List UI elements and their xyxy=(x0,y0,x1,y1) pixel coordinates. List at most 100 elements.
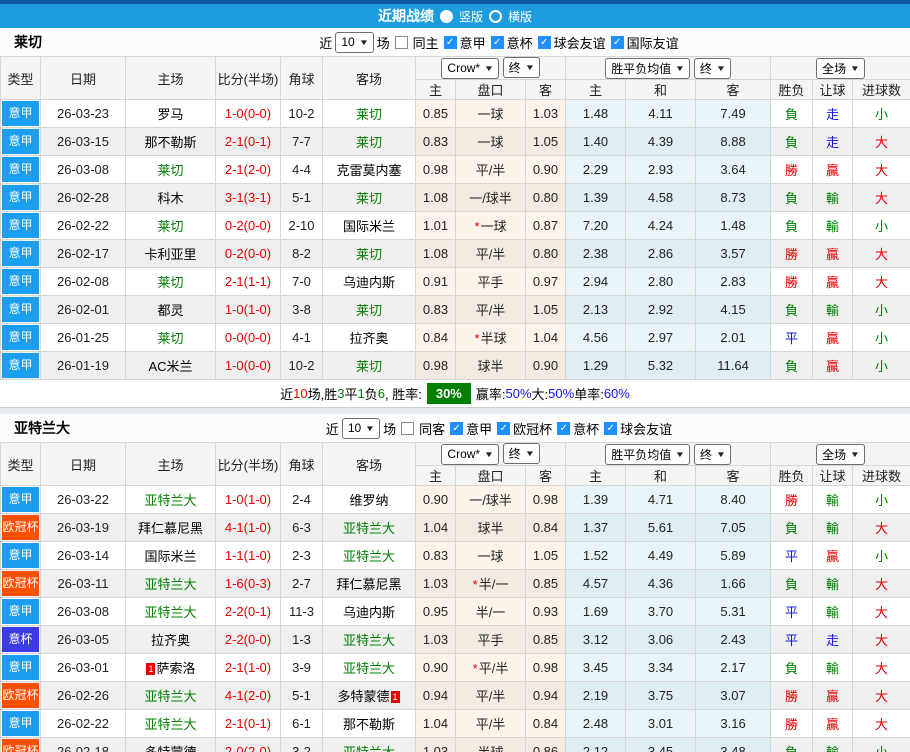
result-goals: 小 xyxy=(852,485,910,514)
home-team-name[interactable]: 拉齐奥 xyxy=(151,633,190,648)
radio-horizontal-label[interactable]: 横版 xyxy=(508,8,532,25)
match-count-select[interactable]: 10 ▼ xyxy=(341,417,381,439)
away-team-name[interactable]: 克雷莫内塞 xyxy=(336,163,401,178)
league-badge[interactable]: 意甲 xyxy=(2,325,39,350)
away-team-name[interactable]: 莱切 xyxy=(356,107,382,122)
away-team-name[interactable]: 亚特兰大 xyxy=(343,549,395,564)
away-team-name[interactable]: 那不勒斯 xyxy=(343,717,395,732)
league-checkbox[interactable]: ✓ xyxy=(557,421,571,435)
home-team-name[interactable]: 科木 xyxy=(157,191,183,206)
odds-time-select[interactable]: 终 ▼ xyxy=(502,443,540,465)
league-checkbox[interactable]: ✓ xyxy=(443,35,457,49)
league-badge[interactable]: 意甲 xyxy=(2,213,39,238)
league-badge[interactable]: 意甲 xyxy=(2,129,39,154)
home-team-name[interactable]: 那不勒斯 xyxy=(144,135,196,150)
away-team-name[interactable]: 亚特兰大 xyxy=(343,661,395,676)
home-team-name[interactable]: 萨索洛 xyxy=(156,661,195,676)
away-team-name[interactable]: 乌迪内斯 xyxy=(343,605,395,620)
league-badge[interactable]: 意甲 xyxy=(2,353,39,378)
scope-select[interactable]: 全场 ▼ xyxy=(816,57,866,79)
col-wdl: 胜负 xyxy=(770,465,814,486)
home-team-name[interactable]: 亚特兰大 xyxy=(144,689,196,704)
col-date: 日期 xyxy=(40,442,126,486)
league-badge[interactable]: 意甲 xyxy=(2,269,39,294)
league-checkbox-label: 国际友谊 xyxy=(626,35,679,51)
away-team-name[interactable]: 亚特兰大 xyxy=(343,521,395,536)
away-team-name[interactable]: 亚特兰大 xyxy=(343,633,395,648)
away-team-name[interactable]: 多特蒙德 xyxy=(337,689,389,704)
league-badge[interactable]: 欧冠杯 xyxy=(2,515,39,540)
league-badge[interactable]: 意甲 xyxy=(2,185,39,210)
same-venue-checkbox[interactable] xyxy=(401,421,415,435)
mean-time-select[interactable]: 终 ▼ xyxy=(693,443,731,465)
league-badge[interactable]: 意甲 xyxy=(2,101,39,126)
away-team-name[interactable]: 拜仁慕尼黑 xyxy=(336,577,401,592)
league-badge[interactable]: 欧冠杯 xyxy=(2,571,39,596)
home-team-name[interactable]: 莱切 xyxy=(157,275,183,290)
match-type: 意甲 xyxy=(0,709,41,738)
team-section-lecce: 莱切 近 10 ▼ 场 同主 ✓ 意甲 ✓ 意杯 ✓ 球会友谊 ✓ 国际友谊 类型 日期 xyxy=(0,28,910,408)
home-team-name[interactable]: 亚特兰大 xyxy=(144,493,196,508)
home-team-name[interactable]: 亚特兰大 xyxy=(144,577,196,592)
home-team-name[interactable]: 莱切 xyxy=(157,163,183,178)
odds-time-select[interactable]: 终 ▼ xyxy=(502,57,540,79)
home-team-name[interactable]: 亚特兰大 xyxy=(144,717,196,732)
mean-group-header: 胜平负均值 ▼ 终 ▼ xyxy=(565,56,772,80)
same-venue-checkbox[interactable] xyxy=(394,35,408,49)
home-team-name[interactable]: 国际米兰 xyxy=(144,549,196,564)
league-checkbox[interactable]: ✓ xyxy=(604,421,618,435)
away-team-name[interactable]: 亚特兰大 xyxy=(343,745,395,752)
mean-time-select[interactable]: 终 ▼ xyxy=(693,57,731,79)
league-badge[interactable]: 意甲 xyxy=(2,711,39,736)
result-goals: 大 xyxy=(852,183,910,212)
col-home: 主场 xyxy=(125,56,216,100)
away-team-name[interactable]: 拉齐奥 xyxy=(349,331,388,346)
match-date: 26-02-26 xyxy=(40,681,126,710)
chevron-down-icon: ▼ xyxy=(483,63,495,73)
league-badge[interactable]: 意杯 xyxy=(2,627,39,652)
home-team-name[interactable]: 卡利亚里 xyxy=(144,247,196,262)
home-team-name[interactable]: 亚特兰大 xyxy=(144,605,196,620)
mean-home: 3.12 xyxy=(565,625,627,654)
league-badge[interactable]: 意甲 xyxy=(2,157,39,182)
league-badge[interactable]: 意甲 xyxy=(2,655,39,680)
league-badge[interactable]: 意甲 xyxy=(2,297,39,322)
league-badge[interactable]: 意甲 xyxy=(2,543,39,568)
scope-select[interactable]: 全场 ▼ xyxy=(816,443,866,465)
away-team-name[interactable]: 莱切 xyxy=(356,135,382,150)
league-badge[interactable]: 欧冠杯 xyxy=(2,739,39,752)
home-team-name[interactable]: 莱切 xyxy=(157,219,183,234)
away-team-name[interactable]: 国际米兰 xyxy=(343,219,395,234)
home-team-name[interactable]: 都灵 xyxy=(157,303,183,318)
league-checkbox[interactable]: ✓ xyxy=(537,35,551,49)
odds-company-select[interactable]: Crow* ▼ xyxy=(441,57,500,79)
league-filters: ✓ 意甲 ✓ 欧冠杯 ✓ 意杯 ✓ 球会友谊 xyxy=(448,419,674,438)
away-team-name[interactable]: 乌迪内斯 xyxy=(343,275,395,290)
away-team-name[interactable]: 莱切 xyxy=(356,359,382,374)
radio-horizontal[interactable] xyxy=(489,9,502,23)
away-team-name[interactable]: 莱切 xyxy=(356,191,382,206)
league-checkbox[interactable]: ✓ xyxy=(497,421,511,435)
home-team-name[interactable]: 罗马 xyxy=(157,107,183,122)
league-badge[interactable]: 意甲 xyxy=(2,487,39,512)
home-team-name[interactable]: AC米兰 xyxy=(148,359,192,374)
league-badge[interactable]: 欧冠杯 xyxy=(2,683,39,708)
mean-draw: 3.06 xyxy=(625,625,697,654)
league-badge[interactable]: 意甲 xyxy=(2,241,39,266)
radio-vertical[interactable] xyxy=(439,9,453,23)
away-team-name[interactable]: 维罗纳 xyxy=(349,493,388,508)
odds-company-select[interactable]: Crow* ▼ xyxy=(441,443,500,465)
league-checkbox[interactable]: ✓ xyxy=(610,35,624,49)
radio-vertical-label[interactable]: 竖版 xyxy=(459,8,483,25)
home-team-name[interactable]: 多特蒙德 xyxy=(144,745,196,752)
away-team-name[interactable]: 莱切 xyxy=(356,247,382,262)
league-badge[interactable]: 意甲 xyxy=(2,599,39,624)
home-team-name[interactable]: 拜仁慕尼黑 xyxy=(138,521,203,536)
league-checkbox[interactable]: ✓ xyxy=(490,35,504,49)
home-team-name[interactable]: 莱切 xyxy=(157,331,183,346)
mean-select[interactable]: 胜平负均值 ▼ xyxy=(605,57,691,79)
league-checkbox[interactable]: ✓ xyxy=(450,421,464,435)
match-count-select[interactable]: 10 ▼ xyxy=(335,31,374,53)
mean-select[interactable]: 胜平负均值 ▼ xyxy=(605,443,691,465)
away-team-name[interactable]: 莱切 xyxy=(356,303,382,318)
